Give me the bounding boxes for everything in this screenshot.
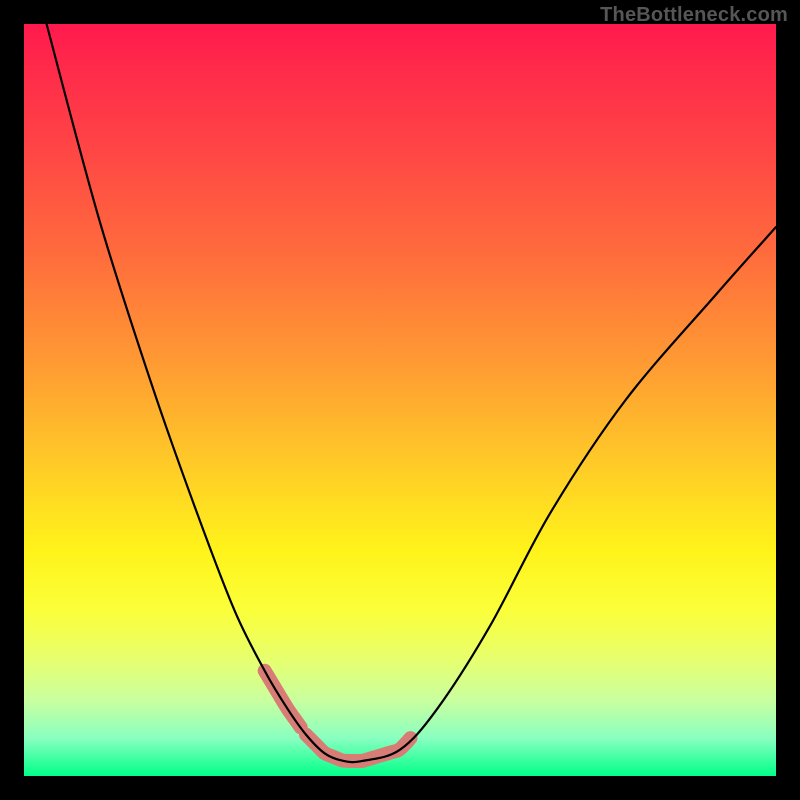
plot-svg — [24, 24, 776, 776]
highlight-right-ascent — [362, 738, 410, 761]
bottleneck-curve — [47, 24, 776, 762]
